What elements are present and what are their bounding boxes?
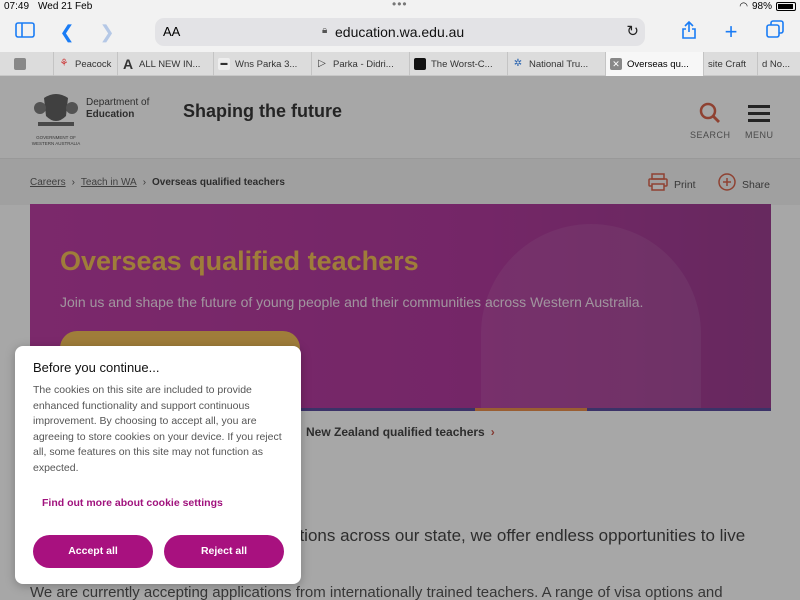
- back-icon[interactable]: ❮: [54, 20, 80, 44]
- url-text[interactable]: education.wa.edu.au: [335, 24, 464, 40]
- tree-favicon: ✲: [513, 58, 523, 69]
- new-tab-icon[interactable]: +: [718, 20, 744, 44]
- tab-4[interactable]: ▬ Wns Parka 3...: [214, 52, 312, 76]
- sidebar-icon[interactable]: [12, 20, 38, 44]
- tab-label: Peacock: [75, 58, 112, 70]
- tab-label: site Craft: [708, 58, 747, 70]
- cookie-dialog: Before you continue... The cookies on th…: [15, 346, 301, 584]
- status-time: 07:49: [4, 1, 30, 12]
- address-bar[interactable]: AA 🔒︎ education.wa.edu.au ↻: [155, 18, 645, 46]
- battery-percent: 98%: [751, 1, 772, 12]
- tab-label: The Worst-C...: [431, 58, 493, 70]
- tab-6[interactable]: The Worst-C...: [410, 52, 508, 76]
- peacock-favicon: ⚘: [59, 58, 69, 69]
- battery-icon: [776, 2, 796, 11]
- status-right: ◠ 98%: [739, 1, 796, 12]
- reader-settings-button[interactable]: AA: [163, 24, 180, 39]
- tab-overview-icon[interactable]: [762, 20, 788, 44]
- accept-all-button[interactable]: Accept all: [33, 535, 153, 568]
- tab-10[interactable]: d No...: [758, 52, 800, 76]
- lock-icon: 🔒︎: [322, 25, 328, 36]
- multitask-dots-icon[interactable]: •••: [392, 0, 408, 11]
- tab-1[interactable]: [0, 52, 54, 76]
- cookie-settings-link[interactable]: Find out more about cookie settings: [42, 497, 223, 509]
- tab-7[interactable]: ✲ National Tru...: [508, 52, 606, 76]
- tab-label: ALL NEW IN...: [139, 58, 201, 70]
- tab-label: Overseas qu...: [627, 58, 689, 70]
- forward-icon[interactable]: ❯: [94, 20, 120, 44]
- cookie-dialog-title: Before you continue...: [33, 360, 160, 375]
- letter-a-favicon: A: [122, 56, 134, 72]
- tab-9[interactable]: site Craft: [704, 52, 758, 76]
- wifi-icon: ◠: [739, 1, 748, 12]
- tab-5[interactable]: ▷ Parka - Didri...: [312, 52, 410, 76]
- tab-label: d No...: [762, 58, 790, 70]
- tab-label: Parka - Didri...: [333, 58, 394, 70]
- tab-bar: ⚘ Peacock A ALL NEW IN... ▬ Wns Parka 3.…: [0, 52, 800, 76]
- share-icon[interactable]: [676, 20, 702, 44]
- tab-label: Wns Parka 3...: [235, 58, 298, 70]
- tab-label: National Tru...: [529, 58, 589, 70]
- tab-active[interactable]: ✕ Overseas qu...: [606, 52, 704, 76]
- arrow-favicon: ▷: [318, 58, 326, 69]
- close-icon[interactable]: ✕: [610, 58, 622, 70]
- store-favicon: ▬: [218, 58, 230, 70]
- cookie-dialog-message: The cookies on this site are included to…: [33, 384, 282, 474]
- browser-toolbar: ❮ ❯ AA 🔒︎ education.wa.edu.au ↻ +: [0, 14, 800, 52]
- status-date: Wed 21 Feb: [38, 1, 93, 12]
- tab-2[interactable]: ⚘ Peacock: [54, 52, 118, 76]
- reader-icon: [14, 58, 26, 70]
- reload-icon[interactable]: ↻: [626, 22, 639, 40]
- reject-all-button[interactable]: Reject all: [164, 535, 284, 568]
- square-favicon: [414, 58, 426, 70]
- status-bar: 07:49 Wed 21 Feb ••• ◠ 98%: [0, 0, 800, 14]
- tab-3[interactable]: A ALL NEW IN...: [118, 52, 214, 76]
